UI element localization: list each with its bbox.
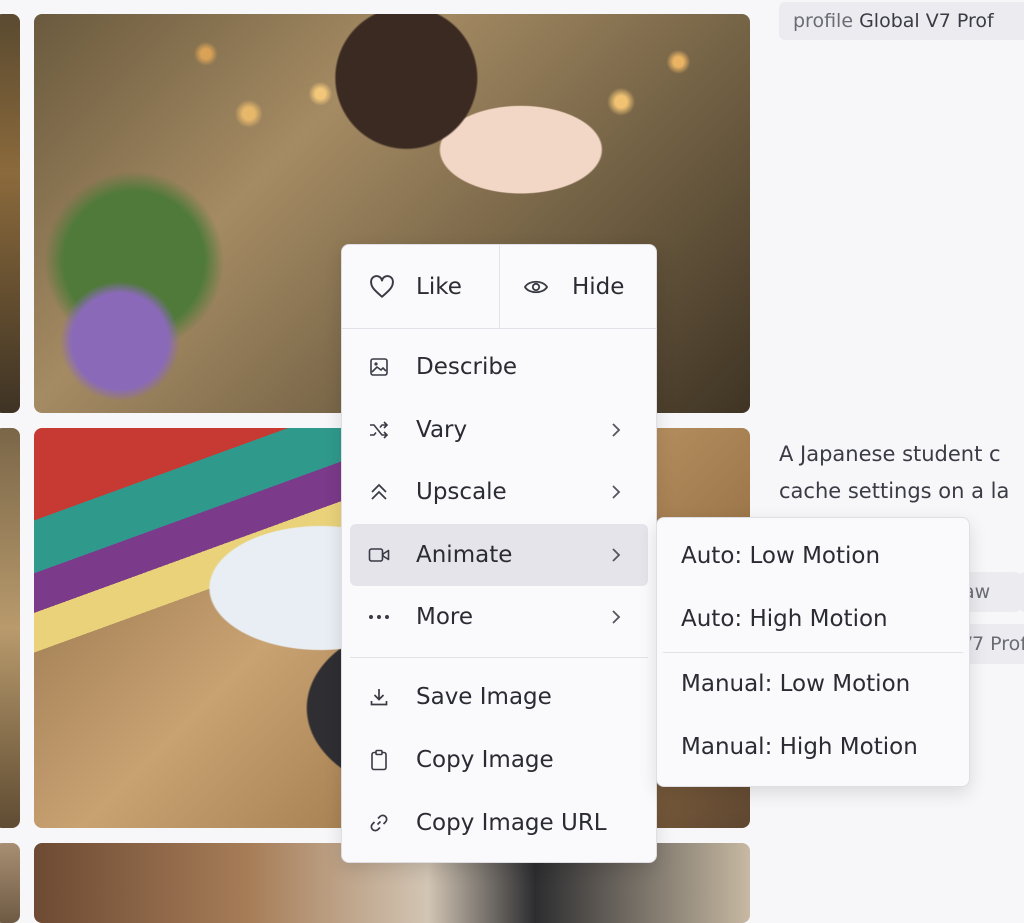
submenu-item-label: Auto: High Motion — [681, 606, 888, 632]
menu-item-copy-image[interactable]: Copy Image — [350, 729, 648, 791]
profile-chip-name: Global V7 Prof — [859, 10, 994, 32]
submenu-item-label: Manual: Low Motion — [681, 671, 911, 697]
shuffle-icon — [368, 419, 390, 441]
hide-label: Hide — [572, 273, 625, 300]
menu-item-label: More — [416, 604, 474, 630]
double-chevron-up-icon — [368, 481, 390, 503]
submenu-item-auto-high-motion[interactable]: Auto: High Motion — [663, 589, 963, 649]
menu-item-label: Copy Image URL — [416, 810, 607, 836]
menu-item-label: Animate — [416, 542, 513, 568]
prompt-line-1: A Japanese student c — [779, 442, 1001, 466]
menu-item-label: Vary — [416, 417, 468, 443]
download-icon — [368, 686, 390, 708]
video-camera-icon — [368, 544, 390, 566]
gallery-image-left-edge-3[interactable] — [0, 843, 20, 923]
menu-top-row: Like Hide — [342, 245, 656, 329]
like-label: Like — [416, 273, 462, 300]
menu-item-animate[interactable]: Animate — [350, 524, 648, 586]
menu-item-label: Upscale — [416, 479, 507, 505]
profile-chip[interactable]: profile Global V7 Prof — [779, 2, 1024, 40]
link-icon — [368, 812, 390, 834]
eye-icon — [522, 273, 550, 301]
image-context-menu: Like Hide Describe Vary Upscale Animate … — [341, 244, 657, 863]
menu-item-label: Describe — [416, 354, 518, 380]
menu-item-save-image[interactable]: Save Image — [350, 666, 648, 728]
menu-divider — [350, 657, 648, 658]
image-icon — [368, 356, 390, 378]
animate-submenu: Auto: Low Motion Auto: High Motion Manua… — [656, 517, 970, 787]
submenu-item-auto-low-motion[interactable]: Auto: Low Motion — [663, 526, 963, 586]
menu-item-describe[interactable]: Describe — [350, 336, 648, 398]
gallery-image-left-edge-1[interactable] — [0, 14, 20, 413]
menu-item-upscale[interactable]: Upscale — [350, 461, 648, 523]
menu-item-more[interactable]: More — [350, 586, 648, 648]
like-button[interactable]: Like — [342, 245, 499, 328]
menu-item-vary[interactable]: Vary — [350, 399, 648, 461]
submenu-item-label: Auto: Low Motion — [681, 543, 881, 569]
submenu-item-manual-low-motion[interactable]: Manual: Low Motion — [663, 654, 963, 714]
ellipsis-icon — [368, 606, 390, 628]
gallery-image-left-edge-2[interactable] — [0, 428, 20, 828]
submenu-item-manual-high-motion[interactable]: Manual: High Motion — [663, 717, 963, 777]
chevron-right-icon — [606, 418, 626, 442]
chevron-right-icon — [606, 605, 626, 629]
prompt-line-2: cache settings on a la — [779, 479, 1010, 503]
submenu-divider — [663, 652, 963, 653]
extra-chip[interactable] — [1019, 572, 1024, 612]
chevron-right-icon — [606, 543, 626, 567]
menu-item-label: Copy Image — [416, 747, 554, 773]
hide-button[interactable]: Hide — [500, 245, 656, 328]
menu-item-copy-image-url[interactable]: Copy Image URL — [350, 792, 648, 854]
chevron-right-icon — [606, 480, 626, 504]
submenu-item-label: Manual: High Motion — [681, 734, 918, 760]
clipboard-icon — [368, 749, 390, 771]
profile-chip-prefix: profile — [793, 10, 854, 32]
heart-icon — [368, 273, 396, 301]
menu-item-label: Save Image — [416, 684, 552, 710]
